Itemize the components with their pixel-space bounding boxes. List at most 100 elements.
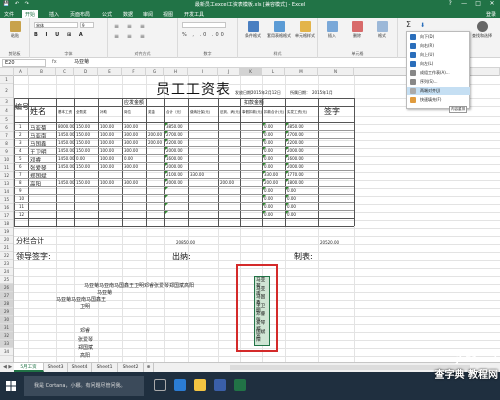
selected-cell[interactable]: 阳: [256, 338, 261, 344]
function-icon[interactable]: fx: [52, 59, 57, 65]
row-header-28[interactable]: 28: [0, 300, 13, 308]
sign-in-link[interactable]: 登录: [486, 11, 496, 18]
row-header-3[interactable]: 3: [0, 98, 13, 106]
task-view-icon[interactable]: [154, 379, 166, 391]
row-header-30[interactable]: 30: [0, 316, 13, 324]
row-header-4[interactable]: 4: [0, 106, 13, 116]
row-header-27[interactable]: 27: [0, 292, 13, 300]
font-size-select[interactable]: 9: [80, 22, 94, 28]
row-header-26[interactable]: 26: [0, 284, 13, 292]
minimize-button[interactable]: —: [458, 0, 470, 7]
format-cells-button[interactable]: 格式: [371, 21, 393, 39]
edge-icon[interactable]: [174, 379, 186, 391]
cortana-search-box[interactable]: 我是 Cortana，小娜。有问题尽管问我。: [24, 376, 144, 396]
format-as-table-button[interactable]: 套用表格格式: [266, 21, 292, 39]
close-button[interactable]: ✕: [486, 0, 498, 7]
maximize-button[interactable]: □: [472, 0, 484, 7]
row-header-23[interactable]: 23: [0, 260, 13, 268]
row-header-6[interactable]: 6: [0, 124, 13, 132]
tab-view[interactable]: 视图: [163, 11, 173, 18]
paste-button[interactable]: 粘贴: [5, 21, 25, 39]
sheet-nav-arrows[interactable]: ◀ ▶: [3, 364, 12, 370]
row-header-7[interactable]: 7: [0, 132, 13, 140]
row-header-10[interactable]: 10: [0, 156, 13, 164]
row-header-29[interactable]: 29: [0, 308, 13, 316]
cell-styles-button[interactable]: 单元格样式: [293, 21, 317, 39]
column-header-h[interactable]: H: [164, 68, 188, 76]
row-header-24[interactable]: 24: [0, 268, 13, 276]
row-header-2[interactable]: 2: [0, 84, 13, 98]
tab-home[interactable]: 开始: [22, 10, 39, 18]
row-header-9[interactable]: 9: [0, 148, 13, 156]
file-explorer-icon[interactable]: [194, 379, 206, 391]
selected-range[interactable]: 马亚菊 马亚南 马国鑫 王卫明 邓睿张 爱琴郑 国斌高阳: [254, 276, 270, 346]
fill-menu-item-2[interactable]: 向右(R): [407, 42, 470, 50]
row-header-34[interactable]: 34: [0, 348, 13, 356]
row-header-25[interactable]: 25: [0, 276, 13, 284]
sheet-tab-3[interactable]: Sheet4: [68, 363, 92, 372]
fill-menu-item-1[interactable]: 向下(D): [407, 33, 470, 41]
row-header-17[interactable]: 17: [0, 212, 13, 220]
sheet-tab-5[interactable]: Sheet2: [118, 363, 144, 372]
tab-developer[interactable]: 开发工具: [184, 11, 204, 18]
row-header-32[interactable]: 32: [0, 332, 13, 340]
help-button[interactable]: ?: [444, 0, 456, 7]
insert-cells-button[interactable]: 插入: [321, 21, 343, 39]
row-header-22[interactable]: 22: [0, 252, 13, 260]
row-header-12[interactable]: 12: [0, 172, 13, 180]
tab-page-layout[interactable]: 页面布局: [70, 11, 90, 18]
fill-icon[interactable]: ⬇: [420, 22, 425, 29]
fill-menu-item-7[interactable]: 两端对齐(J): [407, 87, 470, 95]
fill-menu-item-6[interactable]: 序列(S)...: [407, 78, 470, 86]
font-name-select[interactable]: 宋体: [34, 22, 78, 28]
tab-file[interactable]: 文件: [4, 11, 14, 18]
windows-start-icon[interactable]: [6, 381, 16, 391]
excel-taskbar-icon[interactable]: [234, 379, 246, 391]
number-format-select[interactable]: [182, 22, 226, 28]
store-icon[interactable]: [214, 379, 226, 391]
row-header-31[interactable]: 31: [0, 324, 13, 332]
column-header-i[interactable]: I: [188, 68, 218, 76]
find-select-button[interactable]: 查找和选择: [468, 21, 496, 39]
sheet-tab-2[interactable]: Sheet3: [44, 363, 68, 372]
row-header-14[interactable]: 14: [0, 188, 13, 196]
sheet-tab-1[interactable]: 5月工资: [14, 363, 44, 372]
tab-data[interactable]: 数据: [123, 11, 133, 18]
row-header-33[interactable]: 33: [0, 340, 13, 348]
indent-buttons[interactable]: ≡ ≡ ≡: [114, 33, 148, 40]
fill-menu-item-5[interactable]: 成组工作表(A)...: [407, 69, 470, 77]
autosum-icon[interactable]: Σ: [406, 20, 411, 29]
select-all-corner[interactable]: [0, 68, 14, 76]
column-header-k[interactable]: K: [240, 68, 262, 76]
column-header-d[interactable]: D: [74, 68, 98, 76]
column-header-c[interactable]: C: [56, 68, 74, 76]
column-header-n[interactable]: N: [318, 68, 354, 76]
column-header-m[interactable]: M: [285, 68, 318, 76]
sheet-tab-4[interactable]: Sheet1: [92, 363, 118, 372]
row-header-15[interactable]: 15: [0, 196, 13, 204]
tab-formulas[interactable]: 公式: [102, 11, 112, 18]
column-header-f[interactable]: F: [122, 68, 146, 76]
align-buttons[interactable]: ≡ ≡ ≡: [114, 23, 148, 30]
fill-menu-item-4[interactable]: 向左(L): [407, 60, 470, 68]
row-header-13[interactable]: 13: [0, 180, 13, 188]
name-box[interactable]: E20: [2, 59, 46, 67]
column-header-l[interactable]: L: [262, 68, 285, 76]
row-header-5[interactable]: 5: [0, 116, 13, 124]
column-header-b[interactable]: B: [28, 68, 56, 76]
fill-menu-item-3[interactable]: 向上(U): [407, 51, 470, 59]
column-header-e[interactable]: E: [98, 68, 122, 76]
row-header-19[interactable]: 19: [0, 228, 13, 236]
tab-insert[interactable]: 插入: [49, 11, 59, 18]
add-sheet-button[interactable]: ⊕: [144, 363, 154, 372]
row-header-20[interactable]: 20: [0, 236, 13, 244]
conditional-format-button[interactable]: 条件格式: [241, 21, 265, 39]
column-header-a[interactable]: A: [14, 68, 28, 76]
row-header-18[interactable]: 18: [0, 220, 13, 228]
tab-review[interactable]: 审阅: [143, 11, 153, 18]
column-header-j[interactable]: J: [218, 68, 240, 76]
row-header-1[interactable]: 1: [0, 76, 13, 84]
row-header-11[interactable]: 11: [0, 164, 13, 172]
fill-menu-item-8[interactable]: 快速填充(F): [407, 96, 470, 104]
number-format-buttons[interactable]: % , .0 .00: [182, 32, 226, 38]
